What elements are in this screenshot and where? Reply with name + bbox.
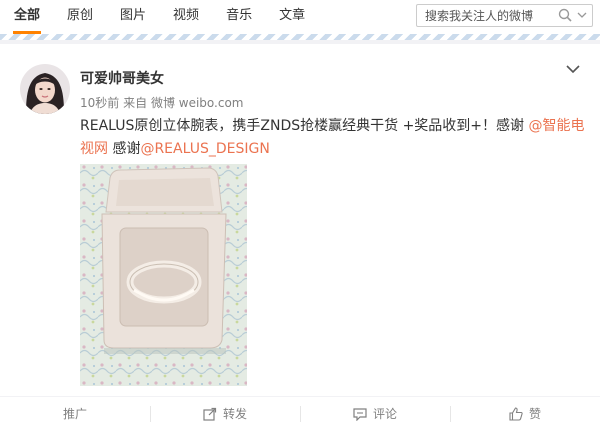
tab-videos[interactable]: 视频 xyxy=(173,0,199,34)
weibo-card: 可爱帅哥美女 10秒前 来自 微博 weibo.com REALUS原创立体腕表… xyxy=(0,44,600,430)
promote-label: 推广 xyxy=(62,407,87,421)
post-source[interactable]: 微博 weibo.com xyxy=(151,96,244,110)
chevron-down-icon[interactable] xyxy=(577,9,587,21)
search-input[interactable] xyxy=(417,5,562,26)
search-box xyxy=(416,4,593,27)
filter-bar: 全部 原创 图片 视频 音乐 文章 xyxy=(0,0,600,40)
post-text-part: 感谢 xyxy=(108,141,141,157)
mention-link[interactable]: @REALUS_DESIGN xyxy=(140,141,269,157)
tab-articles[interactable]: 文章 xyxy=(279,0,305,34)
decorative-stripe xyxy=(0,34,600,40)
post-meta: 10秒前 来自 微博 weibo.com xyxy=(80,94,244,111)
repost-icon xyxy=(203,407,217,421)
thumbs-up-icon xyxy=(509,406,523,421)
tab-original[interactable]: 原创 xyxy=(67,0,93,34)
like-label: 赞 xyxy=(528,407,541,421)
comment-button[interactable]: 评论 xyxy=(300,397,450,430)
comment-icon xyxy=(353,407,367,421)
post-time[interactable]: 10秒前 xyxy=(80,96,119,110)
post-text-part: REALUS原创立体腕表，携手ZNDS抢楼赢经典干货 +奖品收到+！感谢 xyxy=(80,118,529,134)
like-button[interactable]: 赞 xyxy=(450,397,600,430)
post-text: REALUS原创立体腕表，携手ZNDS抢楼赢经典干货 +奖品收到+！感谢 @智能… xyxy=(80,115,590,161)
tab-all[interactable]: 全部 xyxy=(12,0,42,34)
action-bar: 推广 转发 评论 赞 xyxy=(0,396,600,430)
search-icon[interactable] xyxy=(558,8,572,22)
chevron-down-icon[interactable] xyxy=(566,64,580,74)
post-source-prefix: 来自 xyxy=(123,96,148,110)
avatar[interactable] xyxy=(20,64,70,114)
repost-button[interactable]: 转发 xyxy=(150,397,300,430)
tab-pictures[interactable]: 图片 xyxy=(120,0,146,34)
tab-music[interactable]: 音乐 xyxy=(226,0,252,34)
post-image[interactable] xyxy=(80,164,247,386)
filter-tabs: 全部 原创 图片 视频 音乐 文章 xyxy=(12,0,332,34)
promote-button[interactable]: 推广 xyxy=(0,397,150,430)
repost-label: 转发 xyxy=(222,407,247,421)
post-username[interactable]: 可爱帅哥美女 xyxy=(80,68,164,88)
comment-label: 评论 xyxy=(372,407,397,421)
